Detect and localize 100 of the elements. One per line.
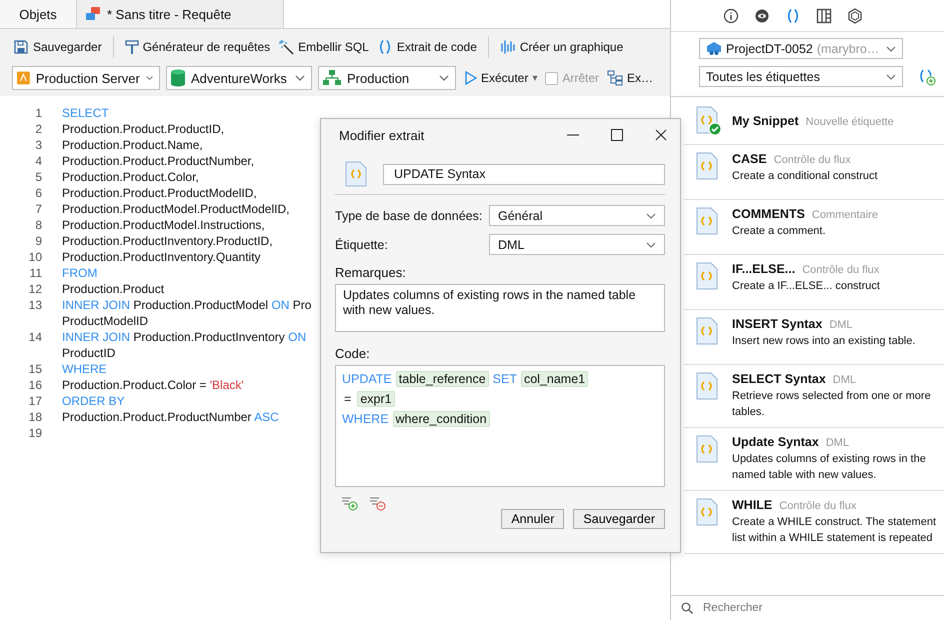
dialog-title: Modifier extrait <box>339 128 426 142</box>
field-label: Remarques: <box>335 265 407 280</box>
close-icon[interactable] <box>654 128 668 142</box>
toolbar-button[interactable]: Générateur de requêtes <box>124 37 272 57</box>
snippet-title: COMMENTS <box>732 207 805 221</box>
name-field[interactable]: UPDATE Syntax <box>383 164 665 184</box>
line-number: 1 <box>34 106 43 120</box>
hammer-icon <box>124 39 139 55</box>
snippet-title: INSERT Syntax <box>732 317 822 331</box>
hierarchy-icon <box>323 70 341 86</box>
explain-button[interactable]: Ex… <box>606 68 654 88</box>
server-icon <box>17 69 30 87</box>
line-number: 5 <box>34 170 43 184</box>
code-line: WHERE <box>62 362 107 376</box>
snippet-item[interactable]: IF...ELSE... Contrôle du flux Create a IF...ELSE... construct <box>684 255 944 310</box>
connection-select[interactable]: AdventureWorks <box>166 66 312 90</box>
code-token: UPDATE <box>342 372 392 386</box>
line-number: 3 <box>34 138 43 152</box>
snippet-tag: Commentaire <box>812 209 878 221</box>
project-select[interactable]: ProjectDT-0052 (marybro… <box>699 38 903 59</box>
field-label: Étiquette: <box>335 238 388 252</box>
code-line: Production.Product.ProductModelID, <box>62 186 257 200</box>
line-number: 17 <box>28 394 43 408</box>
code-line: Production.ProductInventory.ProductID, <box>62 234 273 248</box>
snippet-item[interactable]: CASE Contrôle du flux Create a conditional construct <box>684 145 944 200</box>
line-number: 9 <box>34 234 43 248</box>
snippet-description: Create a comment. <box>732 224 827 239</box>
toolbar-button[interactable]: Embellir SQL <box>277 37 370 57</box>
dialog-button[interactable]: Annuler <box>501 509 564 529</box>
grid-icon[interactable] <box>816 8 832 24</box>
snippet-description: Create a conditional construct <box>732 169 878 184</box>
wand-icon <box>278 39 294 55</box>
snippet-item[interactable]: COMMENTS Commentaire Create a comment. <box>684 200 944 255</box>
code-line: Production.Product <box>62 282 164 296</box>
chevron-icon <box>439 75 449 81</box>
line-number: 12 <box>28 282 43 296</box>
hexagon-icon[interactable] <box>846 8 862 24</box>
flow-icon <box>607 70 624 86</box>
snippet-tag: DML <box>826 437 850 449</box>
code-token: WHERE <box>342 412 389 426</box>
code-line: ProductID <box>62 346 116 360</box>
toolbar-button[interactable]: Créer un graphique <box>498 37 624 57</box>
line-number: 6 <box>34 186 43 200</box>
snippet-tag: Contrôle du flux <box>802 264 880 276</box>
add-placeholder-icon[interactable] <box>341 495 359 511</box>
code-line: Production.Product.ProductNumber ASC <box>62 410 279 424</box>
tag-filter-select[interactable]: Toutes les étiquettes <box>699 66 903 87</box>
remove-placeholder-icon[interactable] <box>369 495 387 511</box>
code-line: Production.Product.Name, <box>62 138 203 152</box>
snippet-item[interactable]: INSERT Syntax DML Insert new rows into an existing table. <box>684 310 944 365</box>
run-button[interactable]: Exécuter ▾ <box>464 69 538 87</box>
toolbar-button[interactable]: Sauvegarder <box>12 37 103 57</box>
line-number: 7 <box>34 202 43 216</box>
dialog-button[interactable]: Sauvegarder <box>573 509 665 529</box>
snippet-tag: Contrôle du flux <box>779 500 856 512</box>
toolbar-button[interactable]: Extrait de code <box>376 37 478 57</box>
line-number: 10 <box>28 250 43 264</box>
code-line: Production.Product.Color = 'Black' <box>62 378 244 392</box>
code-line: Production.Product.Color, <box>62 170 199 184</box>
line-number: 14 <box>28 330 43 344</box>
snippet-item[interactable]: SELECT Syntax DML Retrieve rows selected from one or more tables. <box>684 365 944 428</box>
editor-tab[interactable]: * Sans titre - Requête <box>77 0 284 28</box>
chevron-icon <box>295 75 305 81</box>
code-line: Production.ProductModel.Instructions, <box>62 218 265 232</box>
search-field[interactable]: Rechercher <box>701 601 905 615</box>
chevron-icon <box>886 46 896 52</box>
snippet-title: SELECT Syntax <box>732 372 826 386</box>
database-icon <box>171 69 185 87</box>
chart-icon <box>500 39 516 55</box>
snippet-item[interactable]: Update Syntax DML Updates columns of existing rows in the named table with new values. <box>684 428 944 491</box>
code-token: = <box>343 392 352 406</box>
database-type-select[interactable]: Général <box>489 205 665 226</box>
snippet-tag: Nouvelle étiquette <box>806 116 894 128</box>
chevron-icon <box>146 75 153 81</box>
eye-icon[interactable] <box>754 8 770 24</box>
placeholder-token: expr1 <box>357 391 395 407</box>
snippet-tag: DML <box>832 374 856 386</box>
code-token: SET <box>492 372 517 386</box>
field-label: Code: <box>335 346 371 361</box>
connection-select[interactable]: Production Server <box>12 66 160 90</box>
code-line: Production.ProductModel.ProductModelID, <box>62 202 290 216</box>
code-line: Production.Product.ProductID, <box>62 122 224 136</box>
snippet-description: Create a IF...ELSE... construct <box>732 279 880 294</box>
placeholder-token: table_reference <box>396 371 489 387</box>
play-icon <box>465 71 477 85</box>
snippet-title: Update Syntax <box>732 435 819 449</box>
info-icon[interactable] <box>722 8 738 24</box>
remarks-field[interactable]: Updates columns of existing rows in the named table with new values. <box>335 284 665 332</box>
code-line: FROM <box>62 266 98 280</box>
snippet-description: Create a WHILE construct. The statement list within a WHILE statement is repeated <box>732 515 937 546</box>
line-number: 18 <box>28 410 43 424</box>
placeholder-token: where_condition <box>392 411 490 427</box>
snippet-item[interactable]: My Snippet Nouvelle étiquette <box>684 97 944 145</box>
maximize-icon[interactable] <box>610 128 624 142</box>
snippet-item[interactable]: WHILE Contrôle du flux Create a WHILE construct. The statement list within a WHILE statement is repeated <box>684 491 944 554</box>
code-field[interactable]: UPDATE table_reference SET col_name1 = expr1 WHERE where_condition <box>335 365 665 487</box>
editor-tab[interactable]: Objets <box>0 0 77 28</box>
tag-select[interactable]: DML <box>489 234 665 255</box>
line-number: 11 <box>28 266 43 280</box>
connection-select[interactable]: Production <box>318 66 456 90</box>
